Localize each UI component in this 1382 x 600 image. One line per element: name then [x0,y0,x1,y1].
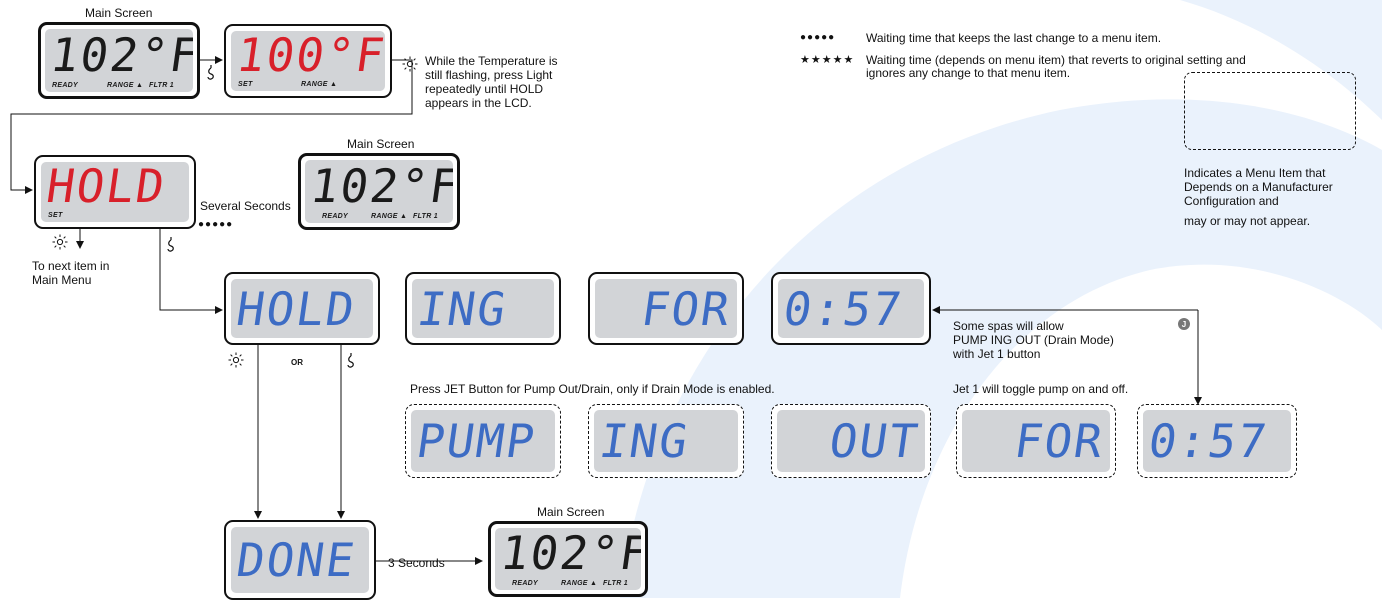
flash-note-2: still flashing, press Light [425,68,553,82]
legend-box-text-2: Depends on a Manufacturer [1184,180,1333,194]
lcd-hold-red-text: HOLD [43,162,170,213]
jet-icon [167,237,174,252]
next-item-label-2: Main Menu [32,273,92,287]
lcd-set100-text: 100°F [233,31,385,82]
lcd-main-screen-1: 102°F READY RANGE ▲ FLTR 1 [38,22,200,99]
lcd-main2-fltr: FLTR 1 [413,213,439,220]
lcd-set100-set: SET [238,81,253,88]
lcd-main2-text: 102°F [307,160,453,213]
lcd-main3-fltr: FLTR 1 [603,580,629,587]
lcd-for2-text: FOR [1011,414,1108,468]
lcd-hold-red: HOLD SET [34,155,196,229]
drain-note-2: PUMP ING OUT (Drain Mode) [953,333,1114,347]
lcd-set-100: 100°F SET RANGE ▲ [224,24,392,98]
main-screen-label-1: Main Screen [85,6,153,20]
legend-box-text-3: Configuration and [1184,194,1279,208]
legend-dots-symbol: ●●●●● [800,32,836,43]
lcd-main-screen-3: 102°F READY RANGE ▲ FLTR 1 [488,521,648,597]
lcd-main2-ready: READY [322,213,349,220]
lcd-done: DONE [224,520,376,600]
or-label: OR [291,358,303,367]
lcd-hold-blue: HOLD [224,272,380,345]
press-jet-note: Press JET Button for Pump Out/Drain, onl… [410,382,775,396]
lcd-ing2-text: ING [596,414,693,468]
lcd-pump-text: PUMP [413,414,540,468]
lcd-time-1: 0:57 [771,272,931,345]
lcd-time1-text: 0:57 [780,281,907,336]
next-item-label-1: To next item in [32,259,110,273]
lcd-main1-text: 102°F [47,29,193,82]
lcd-done-text: DONE [233,533,360,587]
lcd-set100-range: RANGE ▲ [301,81,338,88]
main-screen-label-3: Main Screen [537,505,605,519]
lcd-ing-1: ING [405,272,561,345]
flash-note-4: appears in the LCD. [425,96,532,110]
lcd-main1-range: RANGE ▲ [107,82,144,89]
legend-dots-text: Waiting time that keeps the last change … [866,31,1162,45]
jet1-toggle-note: Jet 1 will toggle pump on and off. [953,382,1129,396]
light-icon [52,234,68,250]
flash-note-3: repeatedly until HOLD [425,82,544,96]
lcd-main3-ready: READY [512,580,539,587]
drain-note-3: with Jet 1 button [953,347,1041,361]
lcd-hold-red-set: SET [48,212,63,219]
jet-badge-icon: J [1178,318,1190,330]
lcd-out-text: OUT [826,414,923,468]
lcd-ing1-text: ING [414,281,511,336]
jet-icon [347,353,354,368]
lcd-main-screen-2: 102°F READY RANGE ▲ FLTR 1 [298,153,460,230]
lcd-main1-fltr: FLTR 1 [149,82,175,89]
legend-box-text-4: may or may not appear. [1184,214,1311,228]
main-screen-label-2: Main Screen [347,137,415,151]
lcd-out: OUT [771,404,931,478]
jet-icon [207,65,214,80]
legend-dashed-box [1184,72,1356,150]
three-seconds-label: 3 Seconds [388,556,445,570]
light-icon [228,352,244,368]
legend-stars-symbol: ★★★★★ [800,54,855,66]
drain-note-1: Some spas will allow [953,319,1064,333]
lcd-main3-range: RANGE ▲ [561,580,598,587]
lcd-time-2: 0:57 [1137,404,1297,478]
lcd-for-1: FOR [588,272,744,345]
lcd-hold-blue-text: HOLD [233,281,360,336]
dots-indicator: ●●●●● [198,219,234,230]
light-icon [402,56,418,72]
legend-box-text-1: Indicates a Menu Item that [1184,166,1326,180]
lcd-for1-text: FOR [638,281,735,336]
lcd-for-2: FOR [956,404,1116,478]
legend-stars-text-1: Waiting time (depends on menu item) that… [866,53,1246,67]
lcd-ing-2: ING [588,404,744,478]
lcd-main3-text: 102°F [497,528,641,580]
several-seconds-label: Several Seconds [200,199,291,213]
lcd-main2-range: RANGE ▲ [371,213,408,220]
flash-note-1: While the Temperature is [425,54,558,68]
lcd-time2-text: 0:57 [1145,414,1272,468]
legend-stars-text-2: ignores any change to that menu item. [866,66,1071,80]
lcd-main1-ready: READY [52,82,79,89]
lcd-pump: PUMP [405,404,561,478]
